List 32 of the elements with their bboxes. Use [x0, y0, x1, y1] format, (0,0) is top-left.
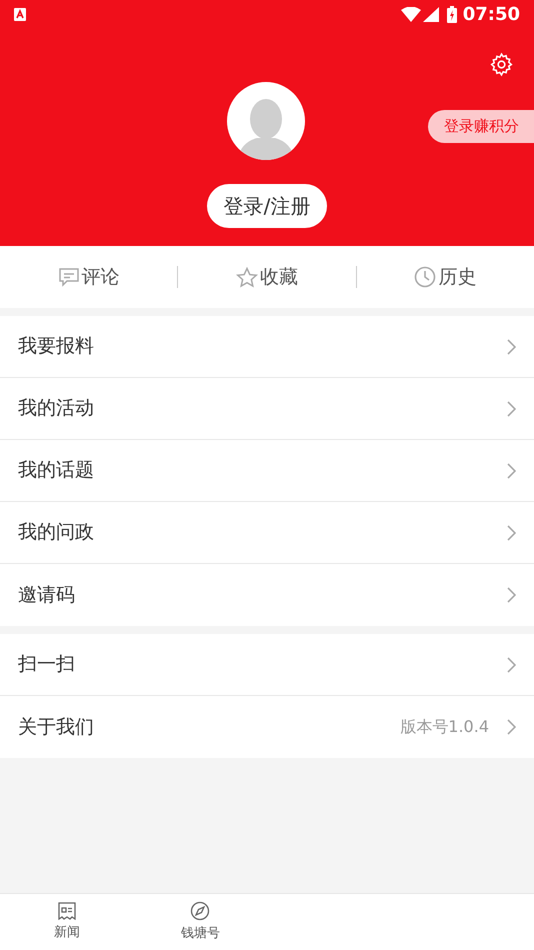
- app-notification-icon: [14, 8, 26, 20]
- chevron-right-icon: [507, 656, 516, 672]
- chevron-right-icon: [507, 719, 516, 735]
- chevron-right-icon: [507, 400, 516, 416]
- wifi-icon: [400, 6, 421, 22]
- shortcut-label[interactable]: 历史: [438, 262, 476, 292]
- compass-icon: [190, 900, 210, 921]
- status-time: 07:50: [462, 2, 520, 26]
- chevron-right-icon: [507, 338, 516, 354]
- signal-icon: [422, 6, 439, 22]
- star-icon: [236, 266, 258, 288]
- chevron-right-icon: [507, 524, 516, 540]
- settings-icon[interactable]: [489, 52, 514, 77]
- login-register-button[interactable]: 登录/注册: [207, 184, 327, 228]
- menu-label: 我要报料: [18, 334, 95, 360]
- shortcut-label[interactable]: 收藏: [260, 262, 298, 292]
- menu-label: 我的问政: [18, 520, 95, 546]
- nav-tab[interactable]: 新闻: [54, 922, 80, 942]
- menu-label: 我的话题: [18, 458, 95, 484]
- nav-tab[interactable]: 钱塘号: [180, 924, 220, 944]
- battery-icon: [446, 6, 457, 22]
- comment-icon: [58, 267, 80, 287]
- news-icon: [56, 902, 77, 920]
- menu-label: 我的活动: [18, 396, 95, 422]
- menu-label: 扫一扫: [18, 652, 76, 678]
- chevron-right-icon: [507, 587, 516, 603]
- chevron-right-icon: [507, 462, 516, 478]
- menu-label: 邀请码: [18, 582, 76, 608]
- clock-icon: [414, 266, 436, 288]
- version-text: 版本号1.0.4: [400, 716, 489, 738]
- shortcut-label[interactable]: 评论: [82, 262, 120, 292]
- menu-label: 关于我们: [18, 714, 95, 740]
